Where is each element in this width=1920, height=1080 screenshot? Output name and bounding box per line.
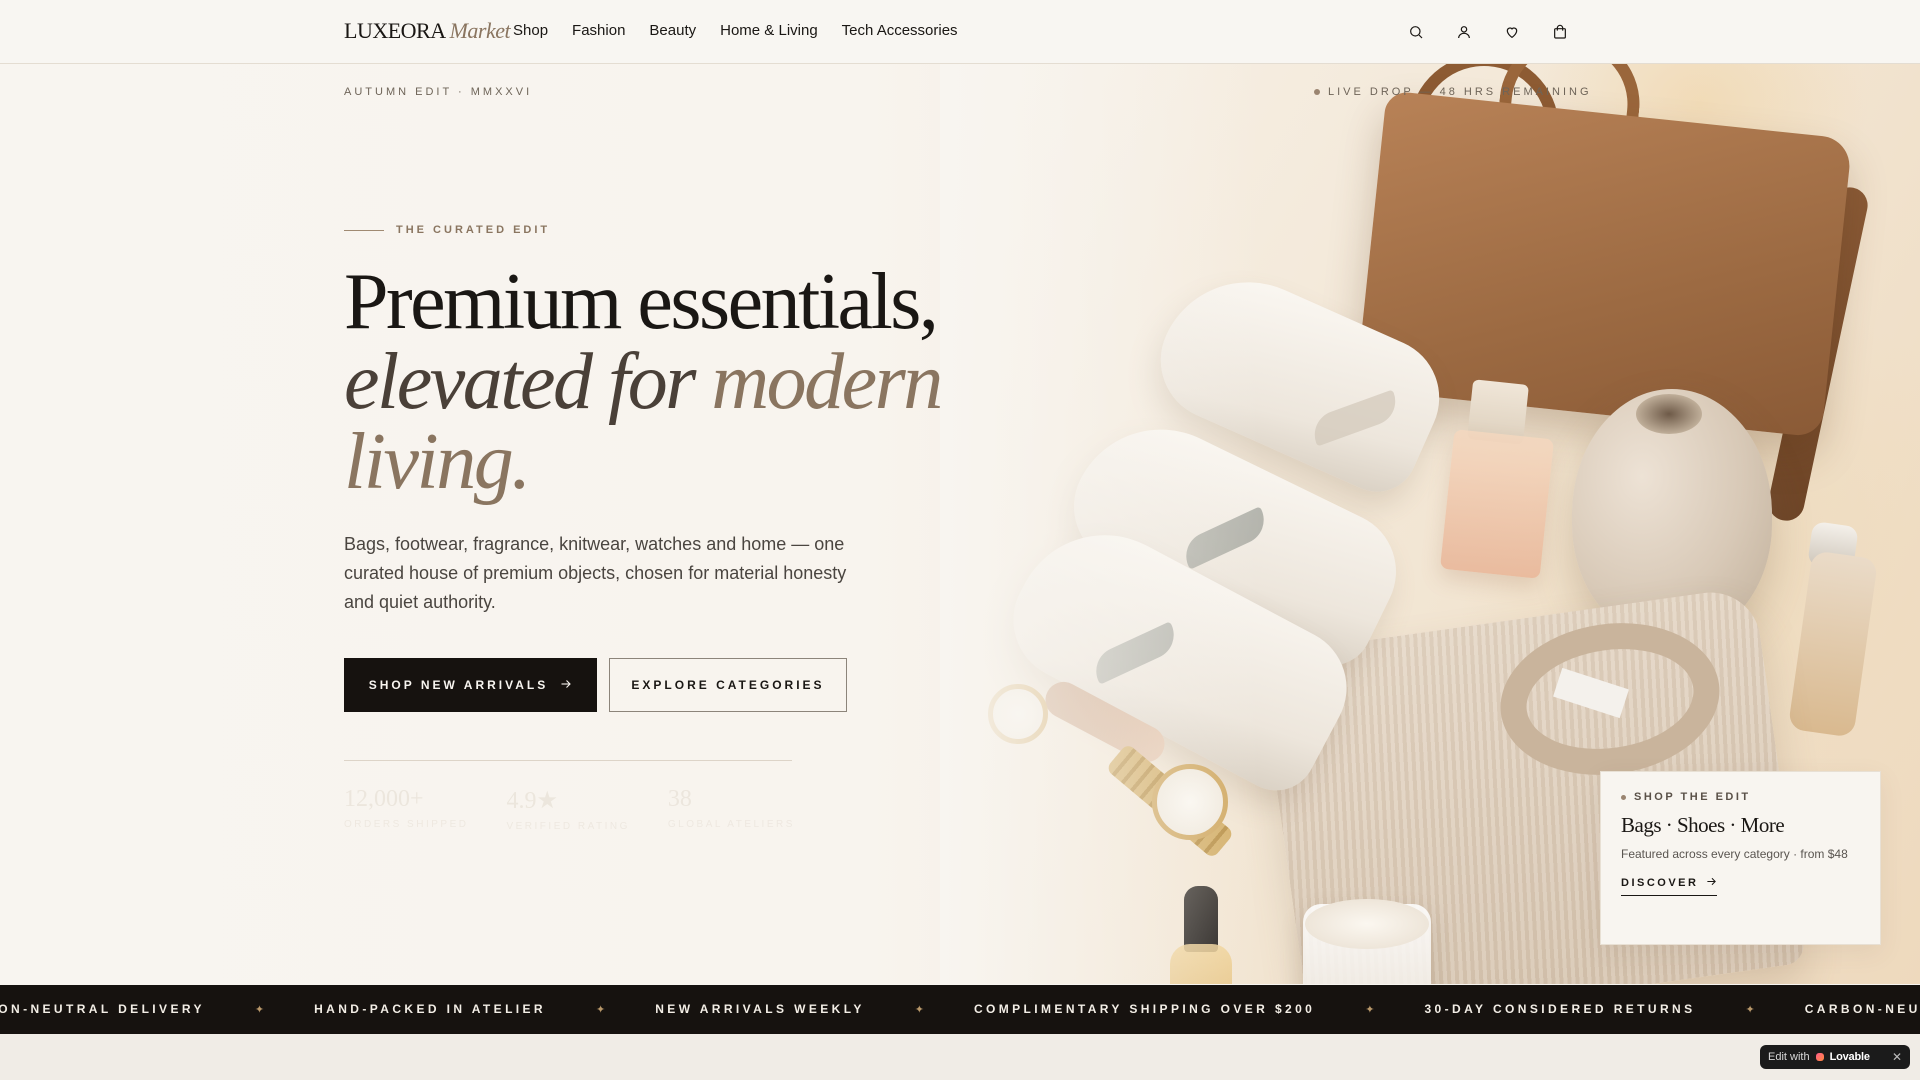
discover-link[interactable]: DISCOVER: [1621, 876, 1718, 896]
user-icon[interactable]: [1453, 22, 1475, 42]
star-separator-icon: ✦: [596, 1003, 606, 1016]
headline-line-2: elevated for modern: [344, 342, 944, 422]
marquee-item: HAND-PACKED IN ATELIER: [314, 1002, 547, 1016]
arrow-right-icon: [1706, 876, 1717, 890]
site-header: LUXEORA Market Shop Fashion Beauty Home &…: [0, 0, 1920, 64]
hero-divider: [344, 760, 792, 761]
stat-label: VERIFIED RATING: [506, 821, 630, 832]
lovable-logo-icon: [1815, 1053, 1824, 1061]
shop-new-arrivals-button[interactable]: SHOP NEW ARRIVALS: [344, 658, 597, 712]
marquee-item: CARBON-NEUTRAL DELIVERY: [0, 1002, 205, 1016]
edit-card-description: Featured across every category · from $4…: [1621, 847, 1848, 861]
hero-description: Bags, footwear, fragrance, knitwear, wat…: [344, 534, 847, 612]
curated-eyebrow: THE CURATED EDIT: [344, 224, 550, 236]
stat-value: 38: [667, 786, 692, 812]
eyebrow-rule: [344, 229, 384, 231]
stat-value: 12,000+: [344, 786, 424, 812]
edit-card-title: Bags · Shoes · More: [1621, 813, 1785, 837]
stat-value: 4.9★: [506, 788, 558, 814]
stat-orders: 12,000+ ORDERS SHIPPED: [344, 786, 468, 832]
vase-opening: [1636, 394, 1702, 434]
heart-icon[interactable]: [1501, 22, 1523, 42]
candle-wax: [1305, 899, 1429, 949]
stat-label: GLOBAL ATELIERS: [667, 819, 795, 830]
season-label: AUTUMN EDIT · MMXXVI: [344, 86, 533, 98]
logo-sub-text: Market: [449, 18, 511, 43]
shop-new-arrivals-label: SHOP NEW ARRIVALS: [368, 678, 549, 692]
edit-card-kicker: SHOP THE EDIT: [1621, 791, 1860, 803]
star-separator-icon: ✦: [1365, 1003, 1375, 1016]
stat-rating: 4.9★ VERIFIED RATING: [506, 786, 629, 832]
edit-with-lovable-badge[interactable]: Edit with Lovable ✕: [1760, 1045, 1910, 1069]
nav-link-tech-accessories[interactable]: Tech Accessories: [842, 22, 958, 39]
star-separator-icon: ✦: [254, 1003, 265, 1016]
search-icon[interactable]: [1405, 22, 1427, 42]
stat-ateliers: 38 GLOBAL ATELIERS: [668, 786, 795, 832]
headline-line-3: living.: [344, 418, 531, 506]
star-separator-icon: ✦: [914, 1003, 924, 1016]
nav-link-shop[interactable]: Shop: [513, 22, 548, 39]
next-section: [0, 1034, 1920, 1080]
headline-line-2b: modern: [711, 338, 943, 426]
main-nav: Shop Fashion Beauty Home & Living Tech A…: [513, 22, 958, 39]
live-drop-text: LIVE DROP — 48 HRS REMAINING: [1328, 86, 1592, 98]
marquee-track: CARBON-NEUTRAL DELIVERY ✦ HAND-PACKED IN…: [0, 1002, 1920, 1016]
shop-the-edit-card[interactable]: SHOP THE EDIT Bags · Shoes · More Featur…: [1600, 771, 1881, 945]
logo-main-text: LUXEORA: [344, 18, 446, 43]
nav-link-beauty[interactable]: Beauty: [649, 22, 696, 39]
hero-stats: 12,000+ ORDERS SHIPPED 4.9★ VERIFIED RAT…: [344, 786, 795, 832]
live-dot-icon: [1314, 89, 1320, 95]
close-icon[interactable]: ✕: [1892, 1050, 1902, 1064]
star-separator-icon: ✦: [1745, 1003, 1755, 1016]
nav-link-home-living[interactable]: Home & Living: [720, 22, 818, 39]
perfume-bottle: [1439, 429, 1555, 579]
kicker-dot-icon: [1621, 794, 1626, 800]
marquee-item: CARBON-NEUTRAL DELIVERY: [1804, 1002, 1920, 1016]
marquee-item: NEW ARRIVALS WEEKLY: [655, 1002, 865, 1016]
lovable-prefix: Edit with: [1768, 1051, 1810, 1063]
explore-categories-button[interactable]: EXPLORE CATEGORIES: [609, 658, 847, 712]
stat-label: ORDERS SHIPPED: [344, 819, 469, 830]
hero-image-fade: [940, 64, 1260, 984]
live-drop-badge: LIVE DROP — 48 HRS REMAINING: [1314, 86, 1592, 98]
edit-card-kicker-text: SHOP THE EDIT: [1634, 791, 1751, 803]
discover-label: DISCOVER: [1621, 877, 1699, 889]
benefits-marquee: CARBON-NEUTRAL DELIVERY ✦ HAND-PACKED IN…: [0, 985, 1920, 1034]
explore-categories-label: EXPLORE CATEGORIES: [631, 678, 825, 692]
marquee-item: COMPLIMENTARY SHIPPING OVER $200: [973, 1002, 1316, 1016]
marquee-item: 30-DAY CONSIDERED RETURNS: [1424, 1002, 1696, 1016]
brand-logo[interactable]: LUXEORA Market: [344, 18, 511, 44]
curated-label: THE CURATED EDIT: [396, 224, 551, 236]
shopping-bag-icon[interactable]: [1549, 22, 1571, 42]
headline-line-2a: elevated for: [344, 338, 712, 426]
arrow-right-icon: [560, 678, 572, 693]
lovable-brand: Lovable: [1829, 1051, 1870, 1063]
hero-headline: Premium essentials, elevated for modern …: [344, 262, 944, 502]
header-actions: [1405, 22, 1571, 42]
headline-line-1: Premium essentials,: [344, 258, 939, 346]
nav-link-fashion[interactable]: Fashion: [572, 22, 625, 39]
